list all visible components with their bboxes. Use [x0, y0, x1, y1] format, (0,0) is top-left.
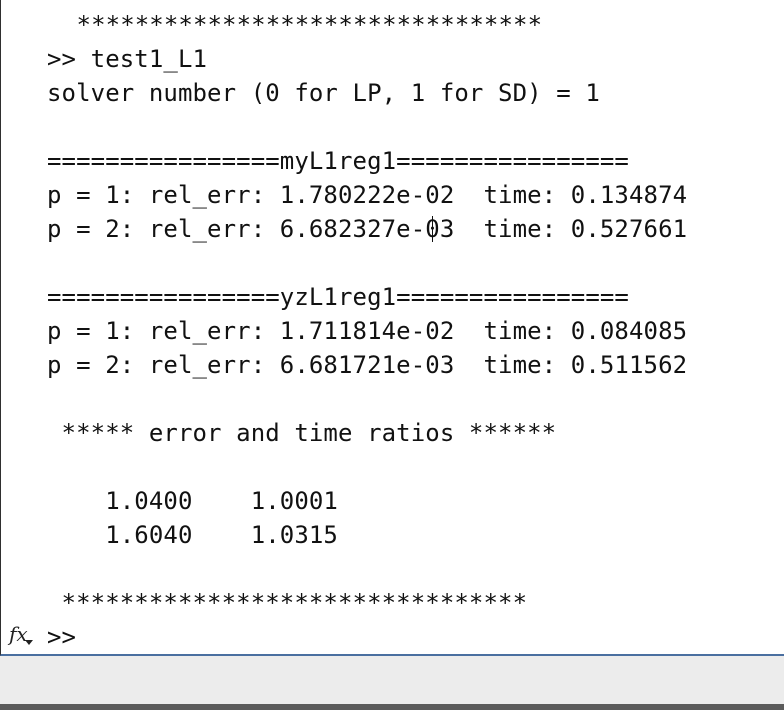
console-line-yz-p1: p = 1: rel_err: 1.711814e-02 time: 0.084… — [47, 317, 688, 345]
command-window[interactable]: ******************************** >> test… — [0, 0, 784, 656]
window-bottom-edge — [0, 704, 784, 710]
fx-icon[interactable]: fx — [9, 622, 37, 652]
console-line-header-yzL1reg1: ================yzL1reg1================ — [47, 283, 629, 311]
text-cursor — [432, 216, 433, 242]
console-line-my-p2: p = 2: rel_err: 6.682327e-03 time: 0.527… — [47, 215, 688, 243]
console-line-ratio-row-2: 1.6040 1.0315 — [47, 521, 338, 549]
console-line-ratios-header: ***** error and time ratios ****** — [47, 419, 557, 447]
console-line-stars-top: ******************************** — [62, 11, 543, 39]
console-line-stars-bottom: ******************************** — [47, 589, 528, 617]
console-line-solver: solver number (0 for LP, 1 for SD) = 1 — [47, 79, 600, 107]
command-prompt[interactable]: >> — [47, 622, 76, 652]
console-line-command: >> test1_L1 — [47, 45, 208, 73]
console-line-header-myL1reg1: ================myL1reg1================ — [47, 147, 629, 175]
console-line-my-p1: p = 1: rel_err: 1.780222e-02 time: 0.134… — [47, 181, 688, 209]
console-line-yz-p2: p = 2: rel_err: 6.681721e-03 time: 0.511… — [47, 351, 688, 379]
console-line-ratio-row-1: 1.0400 1.0001 — [47, 487, 338, 515]
dropdown-arrow-icon — [25, 640, 33, 645]
status-bar — [0, 656, 784, 704]
